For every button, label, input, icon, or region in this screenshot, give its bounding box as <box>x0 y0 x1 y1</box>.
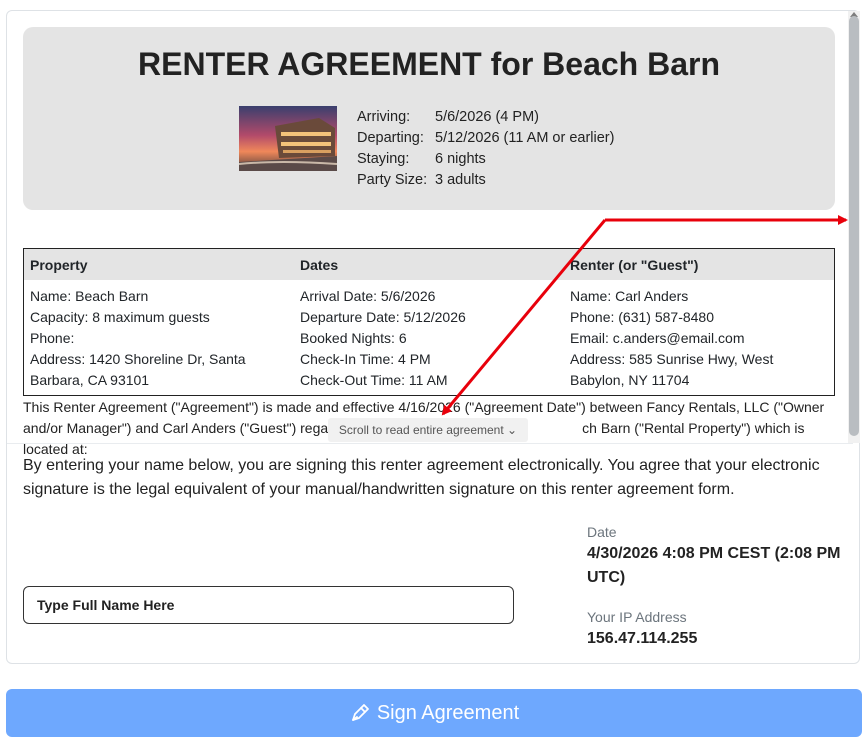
annotation-arrow-down <box>441 219 607 416</box>
annotation-arrows <box>441 215 848 416</box>
